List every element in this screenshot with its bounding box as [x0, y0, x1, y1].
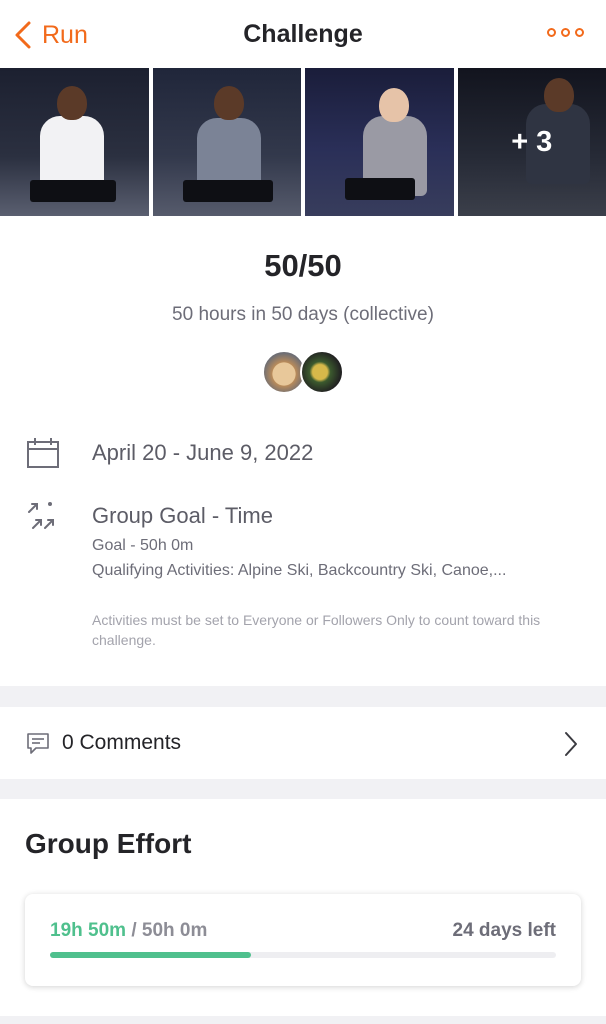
group-effort-title: Group Effort	[25, 828, 192, 859]
page-title: Challenge	[243, 20, 363, 48]
section-divider	[0, 779, 606, 799]
group-effort-card[interactable]: 19h 50m / 50h 0m 24 days left	[25, 894, 581, 986]
participant-avatars[interactable]	[262, 350, 346, 396]
avatar	[300, 350, 344, 394]
challenge-dates: April 20 - June 9, 2022	[92, 440, 314, 465]
goal-target: Goal - 50h 0m	[92, 537, 194, 554]
comments-count: 0 Comments	[62, 731, 182, 754]
progress-track	[50, 952, 556, 958]
comment-icon	[27, 733, 49, 754]
progress-fill	[50, 952, 251, 958]
comments-row[interactable]: 0 Comments	[0, 707, 606, 779]
photo-3[interactable]	[305, 68, 454, 216]
qualifying-activities: Qualifying Activities: Alpine Ski, Backc…	[92, 562, 507, 579]
group-goal-icon	[28, 502, 54, 529]
progress-total: 50h 0m	[141, 920, 208, 941]
challenge-description: 50 hours in 50 days (collective)	[172, 304, 434, 325]
progress-text: 19h 50m / 50h 0m	[50, 920, 207, 942]
progress-separator: /	[126, 920, 142, 941]
visibility-disclaimer: Activities must be set to Everyone or Fo…	[92, 612, 541, 648]
challenge-photos: + 3	[0, 68, 606, 216]
section-divider	[0, 1016, 606, 1024]
more-dots-icon[interactable]	[547, 28, 584, 37]
more-photos-count: + 3	[511, 126, 553, 158]
photo-4-more[interactable]: + 3	[457, 68, 606, 216]
goal-type: Group Goal - Time	[92, 503, 273, 528]
section-divider	[0, 686, 606, 707]
calendar-icon	[27, 438, 59, 468]
challenge-name: 50/50	[264, 248, 342, 283]
photo-2[interactable]	[152, 68, 301, 216]
days-left: 24 days left	[452, 920, 557, 941]
photo-1[interactable]	[0, 68, 149, 216]
top-nav-bar: Run Challenge	[0, 0, 606, 68]
chevron-right-icon	[565, 732, 577, 756]
progress-current: 19h 50m	[50, 920, 127, 941]
